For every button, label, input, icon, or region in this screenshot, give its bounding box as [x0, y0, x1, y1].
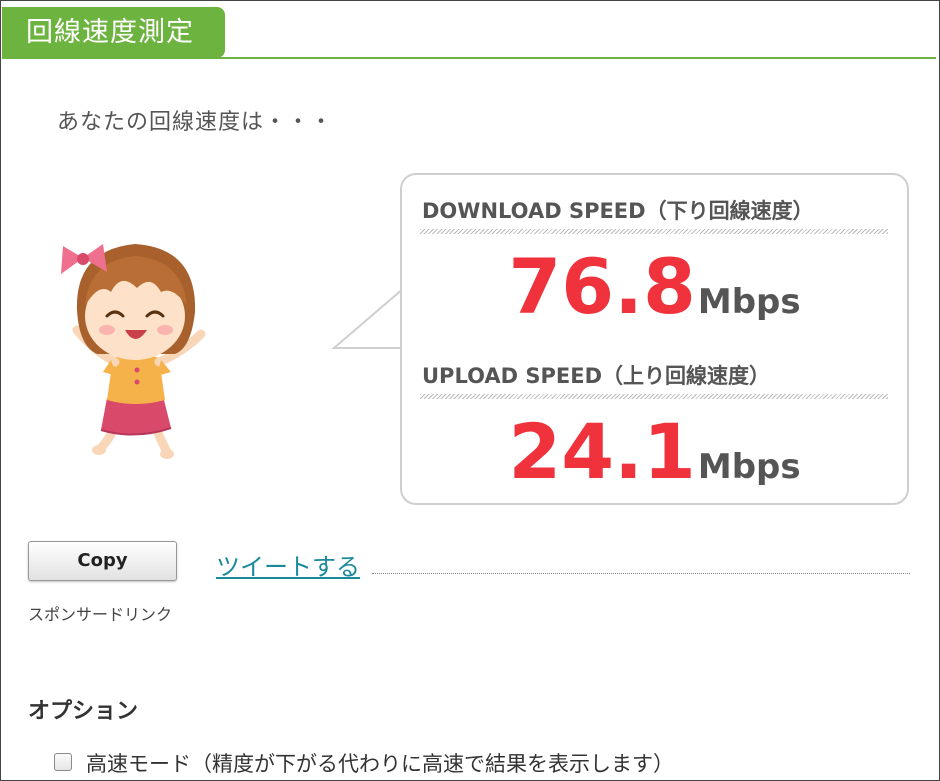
download-speed-value: 76.8Mbps — [402, 247, 907, 342]
download-speed-number: 76.8 — [508, 242, 696, 331]
fast-mode-label[interactable]: 高速モード（精度が下がる代わりに高速で結果を表示します） — [86, 748, 674, 778]
intro-text: あなたの回線速度は・・・ — [57, 110, 334, 135]
download-speed-label: DOWNLOAD SPEED（下り回線速度） — [422, 199, 814, 223]
copy-button[interactable]: Copy — [28, 541, 177, 581]
fast-mode-checkbox[interactable] — [54, 753, 72, 771]
upload-speed-label: UPLOAD SPEED（上り回線速度） — [422, 364, 770, 388]
tweet-link[interactable]: ツイートする — [216, 547, 360, 582]
upload-speed-unit: Mbps — [697, 447, 801, 487]
dotted-divider — [372, 573, 910, 574]
speech-bubble-tail — [332, 287, 404, 349]
download-divider — [420, 229, 888, 234]
upload-divider — [420, 394, 888, 399]
upload-speed-value: 24.1Mbps — [402, 412, 907, 507]
download-speed-unit: Mbps — [697, 282, 801, 322]
mascot-girl-icon — [61, 244, 206, 459]
sponsored-link-label: スポンサードリンク — [28, 605, 173, 624]
speed-results-bubble: DOWNLOAD SPEED（下り回線速度） 76.8Mbps UPLOAD S… — [400, 173, 909, 505]
options-heading: オプション — [28, 699, 139, 724]
page-title: 回線速度測定 — [2, 7, 225, 58]
upload-speed-number: 24.1 — [508, 407, 696, 496]
title-underline — [2, 57, 936, 59]
